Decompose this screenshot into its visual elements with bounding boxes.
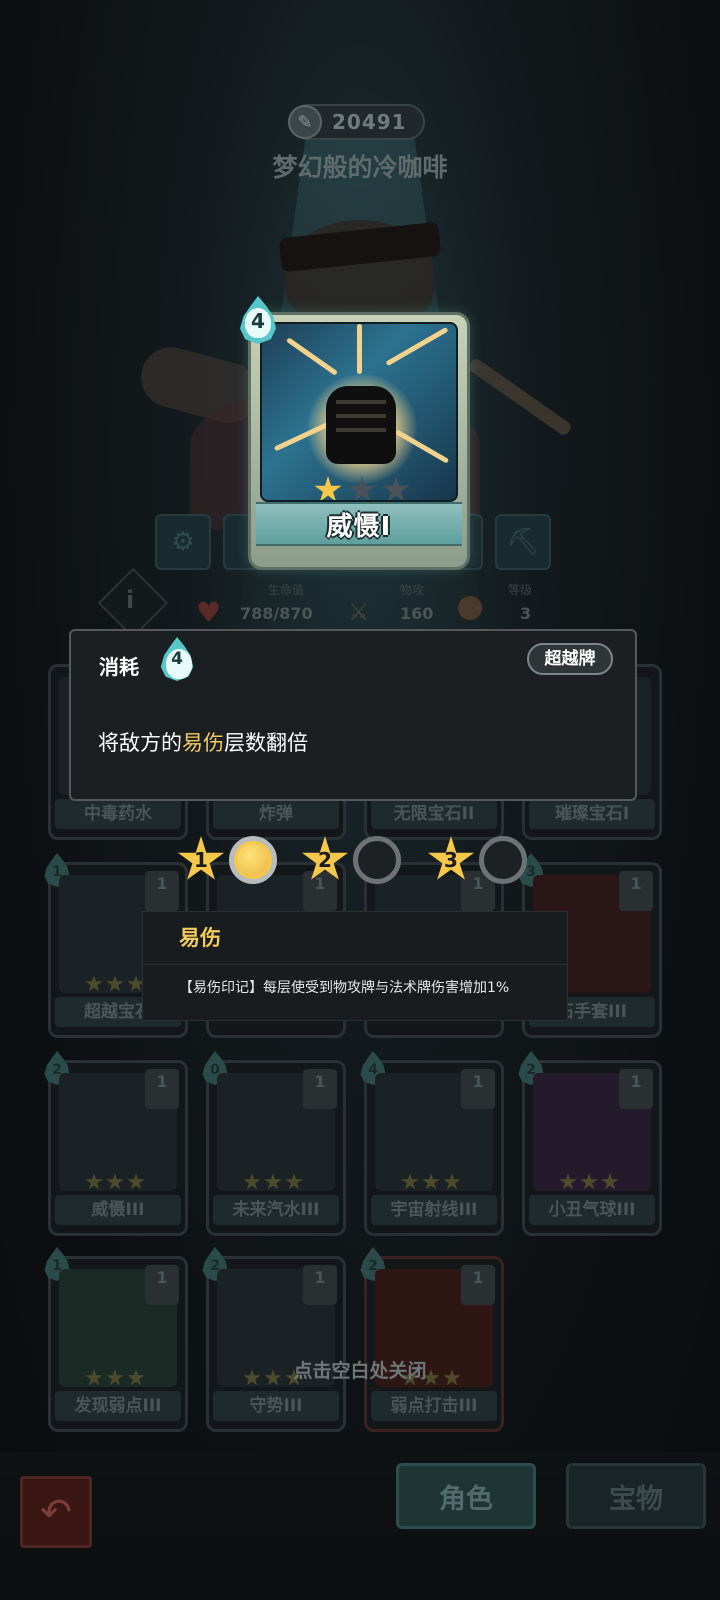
character-tab[interactable]: 角色	[396, 1463, 536, 1529]
keyword-tooltip: 易伤 【易伤印记】每层使受到物攻牌与法术牌伤害增加1%	[142, 911, 568, 1021]
deck-card[interactable]: 4 1 宇宙射线III	[360, 1051, 504, 1236]
info-icon[interactable]: i	[126, 586, 134, 614]
deck-card-name: 威慑III	[55, 1195, 181, 1225]
level-number: 3	[444, 848, 458, 872]
stats-bar: i 生命值 ♥ 788/870 物攻 ⚔ 160 等级 3	[97, 567, 608, 639]
level-value: 3	[520, 604, 532, 623]
character-blade	[466, 356, 574, 438]
upgrade-levels: 1 2 3	[177, 834, 537, 888]
deck-card[interactable]: 2 1 小丑气球III	[518, 1051, 662, 1236]
score-pill: ✎ 20491	[288, 104, 425, 140]
deck-card-name: 中毒药水	[55, 799, 181, 829]
card-description-panel: 消耗 4 超越牌 将敌方的易伤层数翻倍	[69, 629, 637, 801]
heart-icon: ♥	[196, 596, 222, 629]
level-number: 1	[194, 848, 208, 872]
card-cost: 4	[251, 309, 265, 333]
player-name: 梦幻般的冷咖啡	[272, 153, 448, 182]
card-count: 1	[461, 1265, 495, 1305]
star-empty-icon	[382, 476, 410, 500]
quill-icon: ✎	[288, 105, 322, 139]
card-count: 1	[145, 871, 179, 911]
star-filled-icon	[314, 476, 342, 500]
card-count: 1	[619, 871, 653, 911]
level-indicator-active[interactable]	[229, 836, 277, 884]
treasure-tab[interactable]: 宝物	[566, 1463, 706, 1529]
hp-label: 生命值	[268, 583, 305, 597]
level-number: 2	[318, 848, 332, 872]
card-count: 1	[619, 1069, 653, 1109]
deck-card-name: 弱点打击III	[371, 1391, 497, 1421]
deck-card[interactable]: 2 1 守势III	[202, 1247, 346, 1432]
deck-card-name: 守势III	[213, 1391, 339, 1421]
deck-card[interactable]: 1 1 发现弱点III	[44, 1247, 188, 1432]
deck-card-name: 璀璨宝石I	[529, 799, 655, 829]
level-label: 等级	[508, 583, 533, 597]
sword-icon: ⚔	[348, 598, 370, 626]
card-count: 1	[303, 1265, 337, 1305]
fist-icon	[326, 386, 396, 464]
card-count: 1	[303, 1069, 337, 1109]
card-count: 1	[145, 1265, 179, 1305]
deck-card-name: 炸弹	[213, 799, 339, 829]
keyword-title: 易伤	[179, 926, 221, 950]
divider	[143, 964, 567, 965]
card-art	[260, 322, 458, 502]
deck-card-name: 无限宝石II	[371, 799, 497, 829]
close-hint: 点击空白处关闭	[293, 1360, 427, 1382]
avatar-icon	[458, 596, 482, 620]
keyword-description: 【易伤印记】每层使受到物攻牌与法术牌伤害增加1%	[179, 980, 510, 996]
card-stars	[314, 476, 410, 500]
score-value: 20491	[332, 110, 407, 134]
star-empty-icon	[348, 476, 376, 500]
deck-card[interactable]: 0 1 未来汽水III	[202, 1051, 346, 1236]
return-arrow-icon[interactable]: ↶	[20, 1476, 92, 1548]
hp-value: 788/870	[240, 604, 313, 623]
deck-card[interactable]: 2 1 威慑III	[44, 1051, 188, 1236]
gear-slot-icon[interactable]: ⚙	[155, 514, 211, 570]
attack-value: 160	[400, 604, 434, 623]
card-name-bar: 威慑I	[256, 502, 462, 546]
card-count: 1	[145, 1069, 179, 1109]
level-indicator[interactable]	[353, 836, 401, 884]
cost-label: 消耗	[99, 655, 139, 679]
level-indicator[interactable]	[479, 836, 527, 884]
deck-card[interactable]: 2 1 弱点打击III	[360, 1247, 504, 1432]
card-type-badge: 超越牌	[527, 643, 613, 675]
card-name: 威慑I	[326, 511, 392, 542]
deck-card-name: 未来汽水III	[213, 1195, 339, 1225]
card-description: 将敌方的易伤层数翻倍	[98, 731, 308, 755]
deck-card-name: 宇宙射线III	[371, 1195, 497, 1225]
cost-value: 4	[171, 649, 183, 669]
deck-card-name: 小丑气球III	[529, 1195, 655, 1225]
deck-card-name: 发现弱点III	[55, 1391, 181, 1421]
cost-flame-icon: 4	[159, 637, 195, 681]
card-count: 1	[461, 1069, 495, 1109]
attack-label: 物攻	[400, 583, 425, 597]
keyword-link[interactable]: 易伤	[182, 731, 224, 755]
focused-card[interactable]: 威慑I 4	[240, 296, 470, 570]
screen[interactable]: ✎ 20491 梦幻般的冷咖啡 ⚙ ⛏ i 生命值 ♥ 788/870 物攻 ⚔…	[0, 0, 720, 1600]
pickaxe-slot-icon[interactable]: ⛏	[495, 514, 551, 570]
cost-flame-icon: 4	[238, 296, 278, 344]
